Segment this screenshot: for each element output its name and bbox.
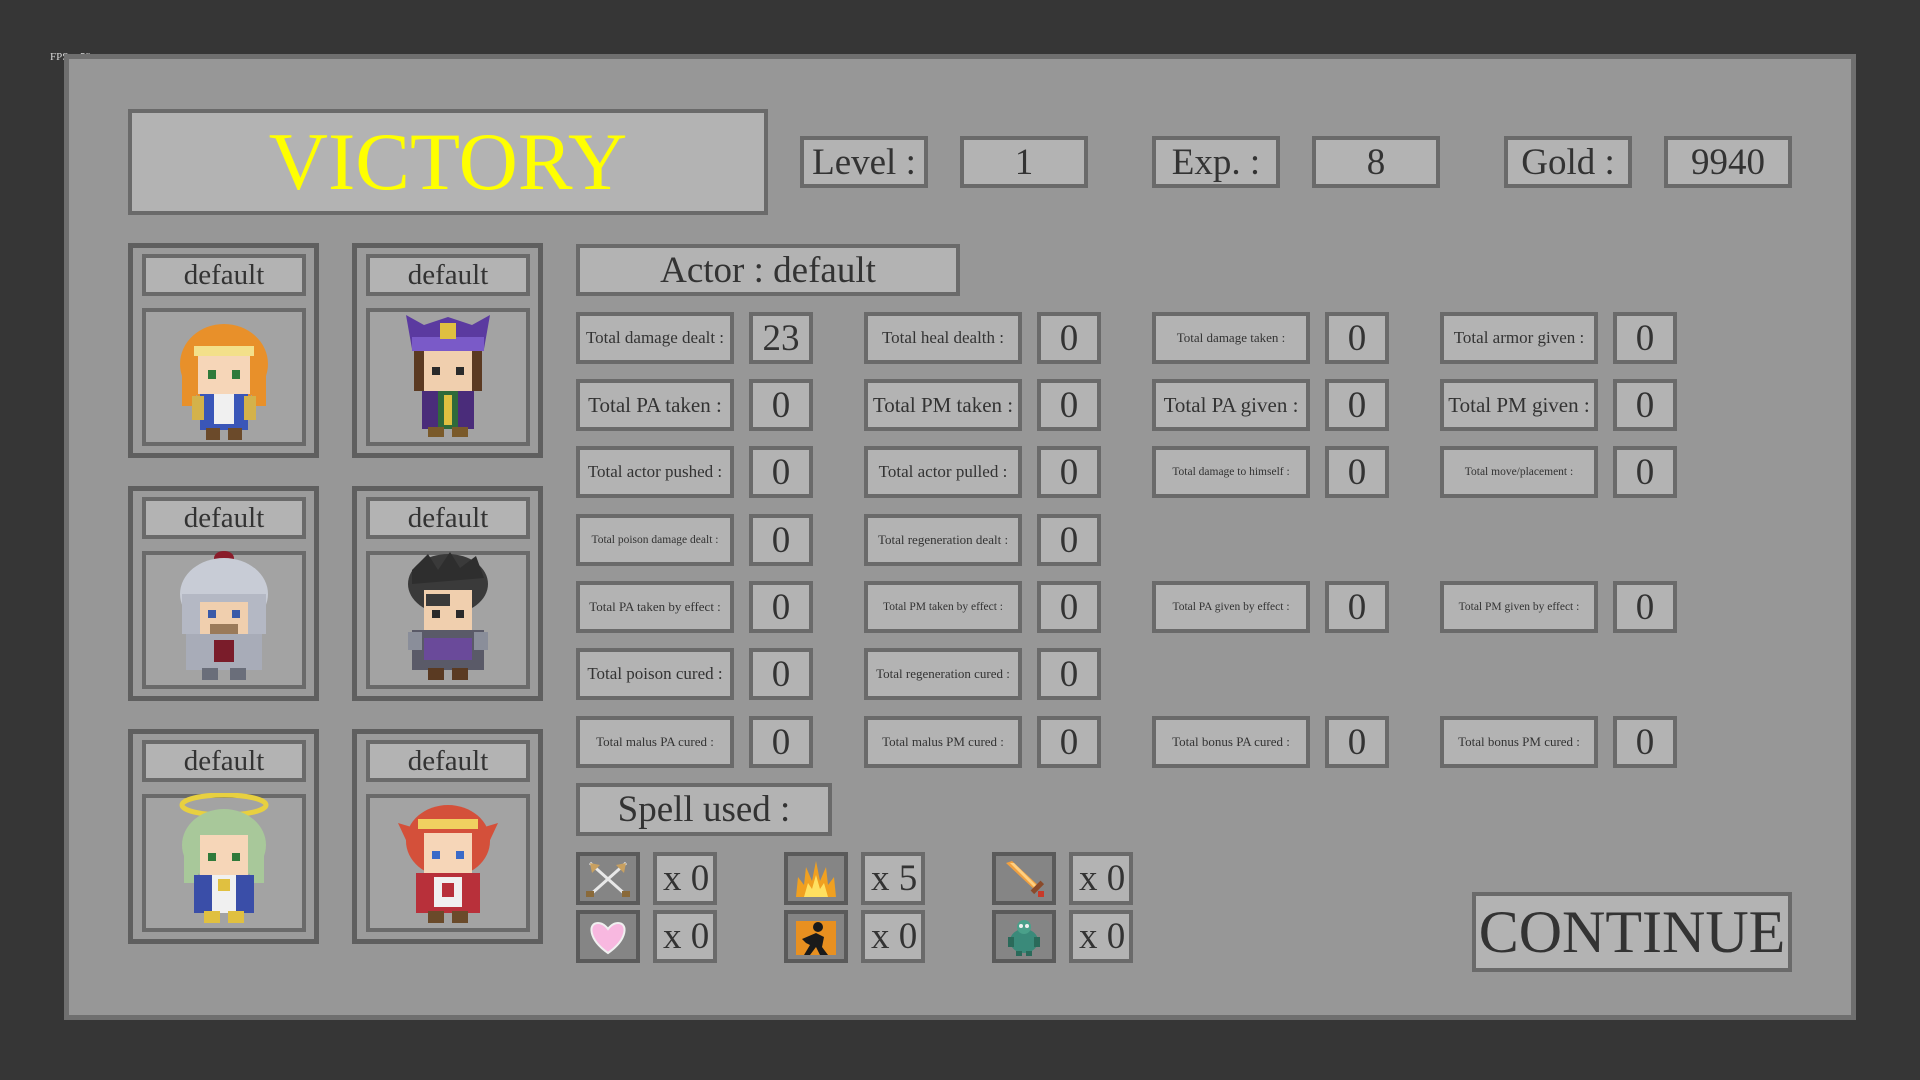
character-card[interactable]: default [352, 243, 543, 458]
stat-value: 0 [749, 716, 813, 768]
spell-count: x 0 [1069, 852, 1133, 905]
stat-label: Total poison damage dealt : [576, 514, 734, 566]
character-name: default [142, 497, 306, 539]
level-value: 1 [960, 136, 1088, 188]
stat-label: Total actor pushed : [576, 446, 734, 498]
stat-label: Total regeneration cured : [864, 648, 1022, 700]
stat-value: 0 [1325, 379, 1389, 431]
stat-label: Total PA given : [1152, 379, 1310, 431]
heart-icon [576, 910, 640, 963]
character-name: default [366, 254, 530, 296]
gold-label: Gold : [1504, 136, 1632, 188]
sword-icon [992, 852, 1056, 905]
stat-label: Total damage taken : [1152, 312, 1310, 364]
spell-count: x 0 [861, 910, 925, 963]
spell-count: x 0 [653, 910, 717, 963]
actor-title: Actor : default [576, 244, 960, 296]
crossed-arrows-icon [576, 852, 640, 905]
stat-value: 0 [1037, 648, 1101, 700]
stat-value: 0 [1325, 312, 1389, 364]
character-card[interactable]: default [128, 486, 319, 701]
spell-count: x 0 [1069, 910, 1133, 963]
character-card[interactable]: default [352, 729, 543, 944]
stat-label: Total bonus PA cured : [1152, 716, 1310, 768]
stat-value: 0 [1037, 581, 1101, 633]
stat-label: Total malus PM cured : [864, 716, 1022, 768]
creature-icon [992, 910, 1056, 963]
stat-label: Total heal dealth : [864, 312, 1022, 364]
level-label: Level : [800, 136, 928, 188]
victory-title: VICTORY [128, 109, 768, 215]
character-portrait [366, 551, 530, 689]
stat-label: Total PM taken : [864, 379, 1022, 431]
stat-label: Total PM given : [1440, 379, 1598, 431]
stat-label: Total damage dealt : [576, 312, 734, 364]
stat-value: 0 [749, 581, 813, 633]
stat-label: Total regeneration dealt : [864, 514, 1022, 566]
character-card[interactable]: default [128, 243, 319, 458]
stat-value: 0 [1325, 716, 1389, 768]
character-name: default [366, 497, 530, 539]
character-portrait [366, 794, 530, 932]
gold-value: 9940 [1664, 136, 1792, 188]
fire-icon [784, 852, 848, 905]
stat-value: 0 [1325, 581, 1389, 633]
character-portrait [142, 551, 306, 689]
character-portrait [142, 793, 306, 932]
character-card[interactable]: default [128, 729, 319, 944]
stat-label: Total bonus PM cured : [1440, 716, 1598, 768]
shadow-figure-icon [784, 910, 848, 963]
stat-value: 0 [749, 379, 813, 431]
stat-value: 0 [1037, 446, 1101, 498]
stat-value: 0 [749, 514, 813, 566]
stat-value: 0 [749, 648, 813, 700]
stat-label: Total damage to himself : [1152, 446, 1310, 498]
stat-label: Total PM taken by effect : [864, 581, 1022, 633]
stat-value: 23 [749, 312, 813, 364]
stat-value: 0 [1613, 716, 1677, 768]
stat-value: 0 [749, 446, 813, 498]
stat-label: Total malus PA cured : [576, 716, 734, 768]
exp-label: Exp. : [1152, 136, 1280, 188]
character-name: default [142, 254, 306, 296]
spell-used-title: Spell used : [576, 783, 832, 836]
character-portrait [142, 308, 306, 446]
character-card[interactable]: default [352, 486, 543, 701]
stat-label: Total actor pulled : [864, 446, 1022, 498]
stat-label: Total move/placement : [1440, 446, 1598, 498]
stat-label: Total PA taken by effect : [576, 581, 734, 633]
stat-value: 0 [1613, 446, 1677, 498]
character-portrait [366, 308, 530, 446]
stat-label: Total poison cured : [576, 648, 734, 700]
stat-value: 0 [1613, 379, 1677, 431]
character-name: default [142, 740, 306, 782]
stat-value: 0 [1325, 446, 1389, 498]
continue-button[interactable]: CONTINUE [1472, 892, 1792, 972]
stat-value: 0 [1037, 514, 1101, 566]
stat-value: 0 [1037, 716, 1101, 768]
stat-label: Total armor given : [1440, 312, 1598, 364]
exp-value: 8 [1312, 136, 1440, 188]
spell-count: x 5 [861, 852, 925, 905]
stat-label: Total PA given by effect : [1152, 581, 1310, 633]
spell-count: x 0 [653, 852, 717, 905]
character-name: default [366, 740, 530, 782]
stat-value: 0 [1613, 312, 1677, 364]
stat-value: 0 [1037, 312, 1101, 364]
stat-label: Total PM given by effect : [1440, 581, 1598, 633]
stat-value: 0 [1037, 379, 1101, 431]
stat-label: Total PA taken : [576, 379, 734, 431]
stat-value: 0 [1613, 581, 1677, 633]
